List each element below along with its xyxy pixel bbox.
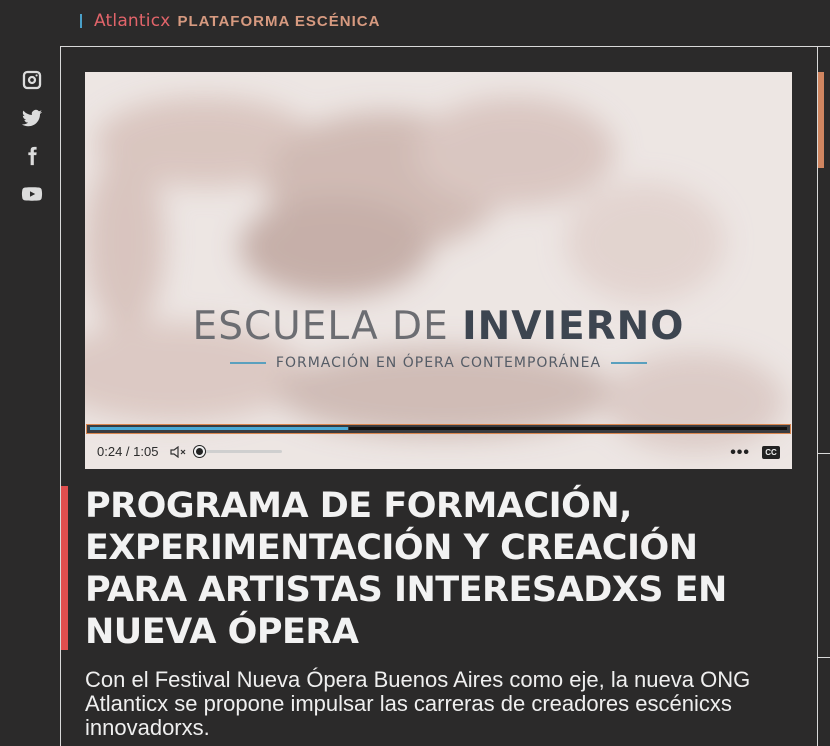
subtitle-rule-right bbox=[611, 362, 648, 364]
mute-icon[interactable] bbox=[170, 445, 188, 459]
video-progress-bar[interactable] bbox=[86, 424, 791, 434]
video-controls: 0:24 / 1:05 ••• CC bbox=[85, 434, 792, 469]
video-subtitle: FORMACIÓN EN ÓPERA CONTEMPORÁNEA bbox=[85, 355, 792, 371]
video-title-bold: INVIERNO bbox=[462, 304, 685, 349]
brand-logo[interactable]: Atlanticx bbox=[94, 11, 171, 31]
frame-divider-upper bbox=[818, 453, 830, 454]
social-links bbox=[20, 68, 44, 220]
headline-accent-bar bbox=[61, 486, 68, 650]
video-progress-played bbox=[90, 427, 348, 430]
video-title: ESCUELA DE INVIERNO bbox=[85, 304, 792, 349]
video-progress-remaining bbox=[349, 427, 787, 430]
video-subtitle-text: FORMACIÓN EN ÓPERA CONTEMPORÁNEA bbox=[275, 355, 602, 371]
video-time: 0:24 / 1:05 bbox=[97, 444, 159, 459]
brand-divider bbox=[80, 14, 82, 28]
brand-tagline: PLATAFORMA ESCÉNICA bbox=[177, 12, 381, 30]
article-lead: Con el Festival Nueva Ópera Buenos Aires… bbox=[85, 667, 751, 740]
facebook-icon[interactable] bbox=[20, 144, 44, 168]
video-player[interactable]: ESCUELA DE INVIERNO FORMACIÓN EN ÓPERA C… bbox=[85, 72, 792, 469]
youtube-icon[interactable] bbox=[20, 182, 44, 206]
twitter-icon[interactable] bbox=[20, 106, 44, 130]
video-title-light: ESCUELA DE bbox=[192, 304, 463, 349]
site-header: Atlanticx PLATAFORMA ESCÉNICA bbox=[80, 10, 380, 32]
video-frame-image bbox=[85, 72, 792, 469]
volume-slider-handle[interactable] bbox=[194, 446, 206, 457]
instagram-icon[interactable] bbox=[20, 68, 44, 92]
article-headline: PROGRAMA DE FORMACIÓN, EXPERIMENTACIÓN Y… bbox=[85, 486, 727, 652]
captions-button[interactable]: CC bbox=[762, 446, 780, 459]
more-options-icon[interactable]: ••• bbox=[730, 444, 750, 462]
frame-divider-lower bbox=[818, 657, 830, 658]
scrollbar-thumb[interactable] bbox=[818, 72, 824, 168]
subtitle-rule-left bbox=[229, 362, 266, 364]
volume-slider[interactable] bbox=[194, 446, 283, 457]
